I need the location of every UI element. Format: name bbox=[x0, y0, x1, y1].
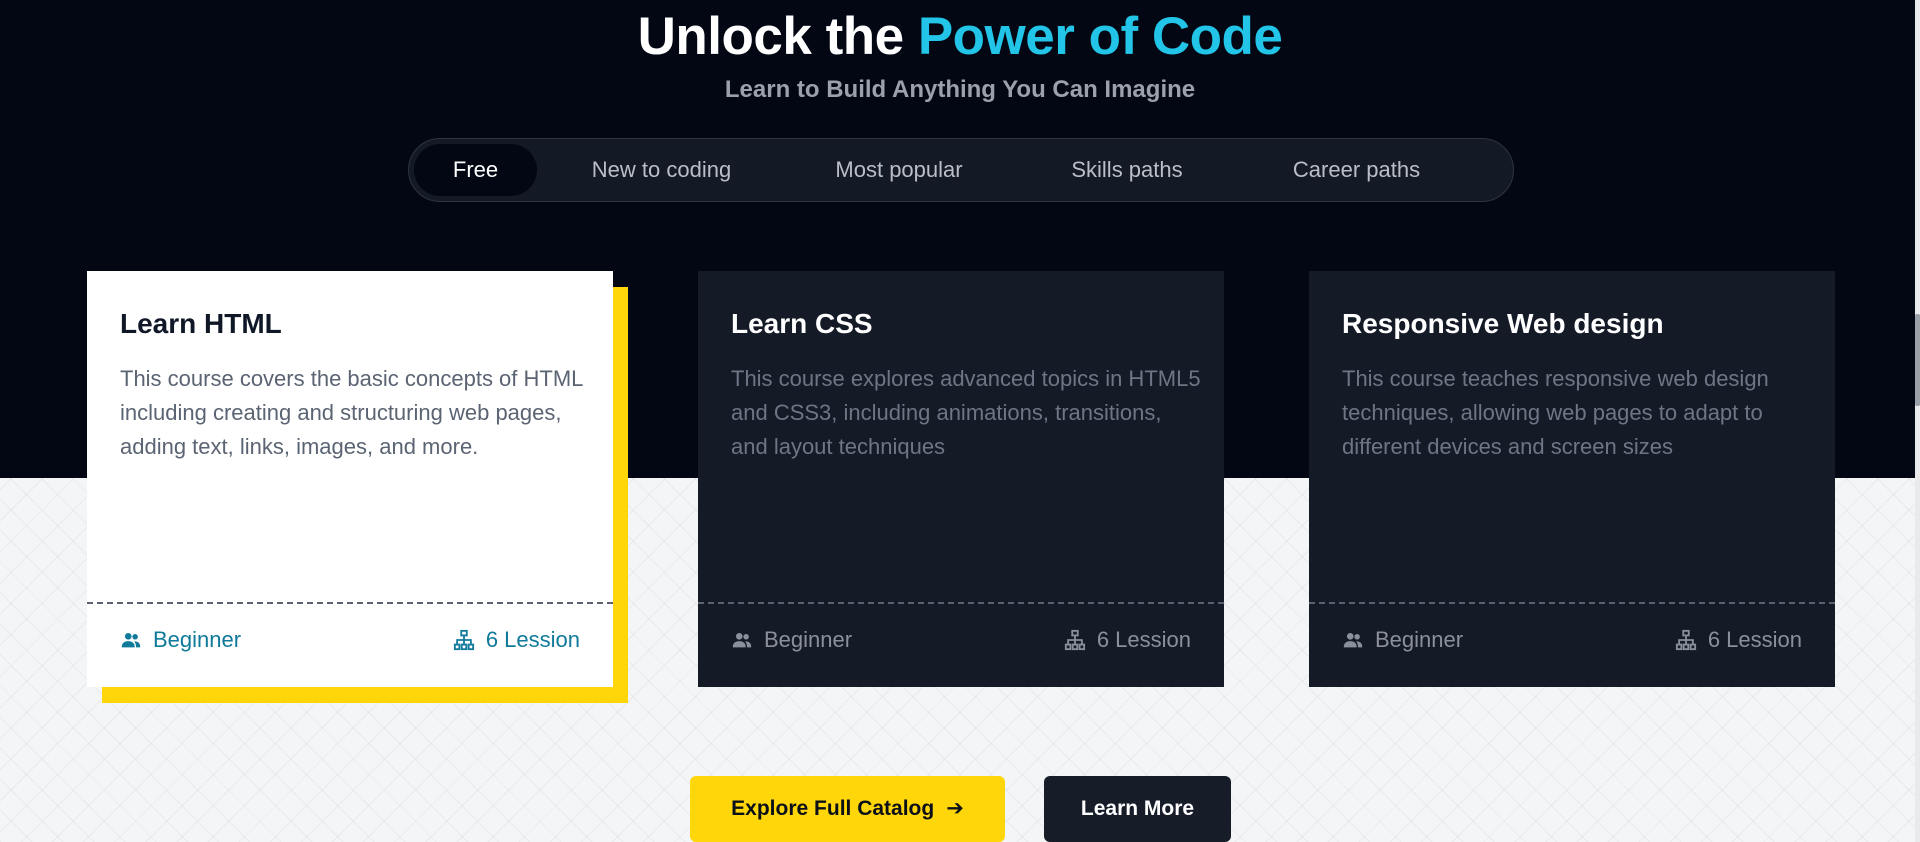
card-lessons-label: 6 Lession bbox=[485, 627, 580, 652]
card-description: This course explores advanced topics in … bbox=[731, 366, 1201, 459]
card-lessons: 6 Lession bbox=[1675, 623, 1802, 657]
page-title: Unlock the Power of Code bbox=[0, 6, 1920, 67]
tab-most-popular[interactable]: Most popular bbox=[794, 144, 1004, 196]
card-title: Learn HTML bbox=[120, 308, 282, 339]
card-level-label: Beginner bbox=[1375, 627, 1464, 652]
card-lessons: 6 Lession bbox=[453, 623, 580, 657]
users-icon bbox=[121, 633, 141, 648]
card-level: Beginner bbox=[120, 623, 241, 657]
card-level: Beginner bbox=[1342, 623, 1463, 657]
users-icon bbox=[732, 633, 752, 648]
card-lessons: 6 Lession bbox=[1064, 623, 1191, 657]
category-tabs: Free New to coding Most popular Skills p… bbox=[408, 138, 1514, 202]
learn-more-button[interactable]: Learn More bbox=[1044, 776, 1231, 842]
card-lessons-label: 6 Lession bbox=[1096, 627, 1191, 652]
title-plain: Unlock the bbox=[637, 7, 918, 66]
scrollbar[interactable] bbox=[1915, 0, 1920, 842]
tab-career-paths[interactable]: Career paths bbox=[1244, 144, 1469, 196]
card-divider bbox=[1309, 602, 1835, 604]
title-accent: Power of Code bbox=[917, 7, 1283, 66]
explore-catalog-label: Explore Full Catalog bbox=[731, 797, 935, 820]
card-lessons-label: 6 Lession bbox=[1707, 627, 1802, 652]
course-card-css[interactable]: Learn CSS This course explores advanced … bbox=[698, 271, 1224, 687]
course-card-responsive[interactable]: Responsive Web design This course teache… bbox=[1309, 271, 1835, 687]
page-subtitle: Learn to Build Anything You Can Imagine bbox=[724, 76, 1196, 103]
arrow-right-icon: ➔ bbox=[946, 797, 964, 820]
tab-new-to-coding[interactable]: New to coding bbox=[549, 144, 774, 196]
scrollbar-thumb[interactable] bbox=[1915, 314, 1920, 406]
sitemap-icon bbox=[1064, 629, 1085, 651]
card-divider bbox=[698, 602, 1224, 604]
course-card-html[interactable]: Learn HTML This course covers the basic … bbox=[87, 271, 613, 687]
card-level-label: Beginner bbox=[764, 627, 853, 652]
card-level: Beginner bbox=[731, 623, 852, 657]
card-level-label: Beginner bbox=[153, 627, 242, 652]
card-description: This course covers the basic concepts of… bbox=[120, 366, 583, 459]
sitemap-icon bbox=[1675, 629, 1696, 651]
sitemap-icon bbox=[453, 629, 474, 651]
card-divider bbox=[87, 602, 613, 604]
card-title: Responsive Web design bbox=[1342, 308, 1664, 339]
explore-catalog-button[interactable]: Explore Full Catalog ➔ bbox=[690, 776, 1005, 842]
card-description: This course teaches responsive web desig… bbox=[1342, 366, 1769, 459]
tab-skills-paths[interactable]: Skills paths bbox=[1027, 144, 1227, 196]
card-title: Learn CSS bbox=[731, 308, 873, 339]
tab-free[interactable]: Free bbox=[414, 144, 537, 196]
users-icon bbox=[1343, 633, 1363, 648]
